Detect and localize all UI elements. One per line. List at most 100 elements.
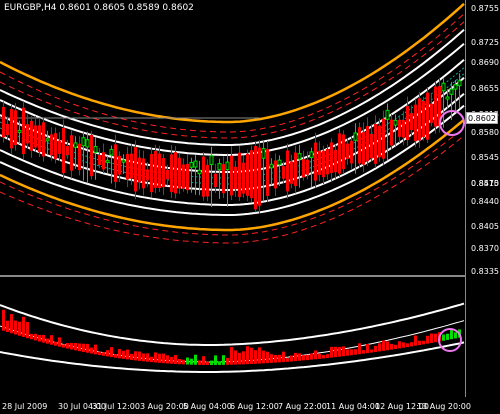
candle-body bbox=[238, 152, 241, 198]
candle-body bbox=[50, 134, 53, 156]
indicator-bar bbox=[90, 347, 93, 354]
indicator-bar bbox=[138, 351, 141, 361]
candle-body bbox=[189, 162, 194, 168]
symbol-label: EURGBP,H4 bbox=[4, 3, 57, 13]
indicator-bar bbox=[430, 333, 433, 343]
candle-body bbox=[58, 140, 61, 154]
candle-body bbox=[197, 169, 202, 175]
candle-body bbox=[382, 118, 385, 159]
candle-body bbox=[126, 153, 129, 180]
candle-body bbox=[453, 84, 458, 90]
indicator-bar bbox=[366, 344, 369, 354]
candle-body bbox=[202, 156, 205, 197]
candle-body bbox=[10, 109, 13, 149]
indicator-bar bbox=[234, 350, 237, 365]
indicator-bar bbox=[62, 344, 65, 348]
candle-body bbox=[162, 158, 165, 188]
price-tick-label: 0.8370 bbox=[471, 244, 499, 253]
indicator-bar bbox=[258, 347, 261, 364]
indicator-bar bbox=[290, 355, 293, 362]
indicator-bar bbox=[242, 351, 245, 365]
indicator-bar bbox=[190, 358, 193, 365]
price-tick-label: 0.8545 bbox=[471, 153, 499, 162]
indicator-bar bbox=[398, 341, 401, 349]
candle-body bbox=[206, 164, 209, 197]
candle-body bbox=[81, 137, 86, 147]
indicator-bar bbox=[70, 342, 73, 350]
candle-body bbox=[121, 159, 126, 163]
date-tick-label: 11 Aug 04:00 bbox=[326, 402, 380, 411]
candle-body bbox=[306, 159, 309, 175]
candle-body bbox=[441, 82, 446, 92]
chart-window[interactable]: EURGBP,H4 0.8601 0.8605 0.8589 0.8602 0.… bbox=[0, 0, 500, 414]
indicator-bar bbox=[6, 320, 9, 332]
date-tick-label: 28 Jul 2009 bbox=[2, 402, 48, 411]
date-tick-label: 3 Aug 20:00 bbox=[140, 402, 189, 411]
indicator-bar bbox=[446, 333, 449, 340]
candle-body bbox=[297, 153, 302, 160]
candle-body bbox=[34, 125, 37, 148]
indicator-bar bbox=[134, 351, 137, 361]
indicator-bar bbox=[218, 361, 221, 365]
indicator-bar bbox=[246, 346, 249, 365]
date-tick-label: 5 Aug 04:00 bbox=[183, 402, 232, 411]
candle-body bbox=[370, 133, 373, 159]
candle-body bbox=[26, 124, 29, 144]
price-tick-label: 0.8690 bbox=[471, 58, 499, 67]
indicator-bar bbox=[278, 354, 281, 363]
candle-body bbox=[214, 173, 217, 187]
indicator-bar bbox=[42, 334, 45, 343]
indicator-bar bbox=[326, 354, 329, 359]
indicator-bar bbox=[54, 341, 57, 346]
indicator-bar bbox=[102, 352, 105, 356]
candle-body bbox=[17, 129, 22, 133]
indicator-bar bbox=[222, 355, 225, 365]
date-tick-label: 31 Jul 12:00 bbox=[92, 402, 140, 411]
indicator-bar bbox=[214, 355, 217, 365]
indicator-bar bbox=[142, 353, 145, 362]
indicator-bar bbox=[30, 333, 33, 340]
candle-body bbox=[445, 96, 450, 100]
candle-body bbox=[414, 104, 417, 142]
candle-body bbox=[358, 127, 361, 164]
candle-body bbox=[222, 164, 225, 194]
indicator-bar bbox=[210, 360, 213, 365]
indicator-bar bbox=[354, 349, 357, 355]
candle-body bbox=[6, 123, 9, 136]
candle-body bbox=[225, 161, 230, 171]
candle-body bbox=[302, 159, 305, 178]
candle-body bbox=[318, 150, 321, 175]
indicator-bar bbox=[50, 335, 53, 345]
candle-body bbox=[142, 158, 145, 189]
candle-body bbox=[186, 163, 189, 191]
indicator-bar bbox=[146, 353, 149, 362]
indicator-bar bbox=[350, 349, 353, 356]
date-tick-label: 6 Aug 12:00 bbox=[230, 402, 279, 411]
candle-body bbox=[209, 155, 214, 166]
indicator-bar bbox=[390, 343, 393, 350]
candle-body bbox=[261, 148, 266, 159]
indicator-bar bbox=[198, 360, 201, 365]
indicator-bar bbox=[358, 343, 361, 355]
candle-body bbox=[170, 154, 173, 193]
indicator-bar bbox=[86, 343, 89, 353]
indicator-bar bbox=[402, 342, 405, 348]
indicator-bar bbox=[454, 332, 457, 339]
candle-body bbox=[286, 150, 289, 192]
indicator-bar bbox=[378, 343, 381, 352]
dashed-upper-1 bbox=[0, 13, 465, 133]
indicator-bar bbox=[150, 356, 153, 363]
candle-body bbox=[426, 92, 429, 140]
candle-body bbox=[250, 150, 253, 199]
indicator-bar bbox=[26, 321, 29, 339]
candle-body bbox=[85, 139, 90, 148]
indicator-bar bbox=[298, 353, 301, 361]
candle-body bbox=[393, 119, 398, 126]
indicator-bar bbox=[370, 349, 373, 353]
current-price-badge: 0.8602 bbox=[466, 112, 498, 124]
indicator-bar bbox=[38, 334, 41, 342]
candle-body bbox=[269, 163, 274, 169]
indicator-bar bbox=[230, 347, 233, 365]
candle-body bbox=[102, 152, 105, 170]
candle-body bbox=[449, 88, 454, 95]
